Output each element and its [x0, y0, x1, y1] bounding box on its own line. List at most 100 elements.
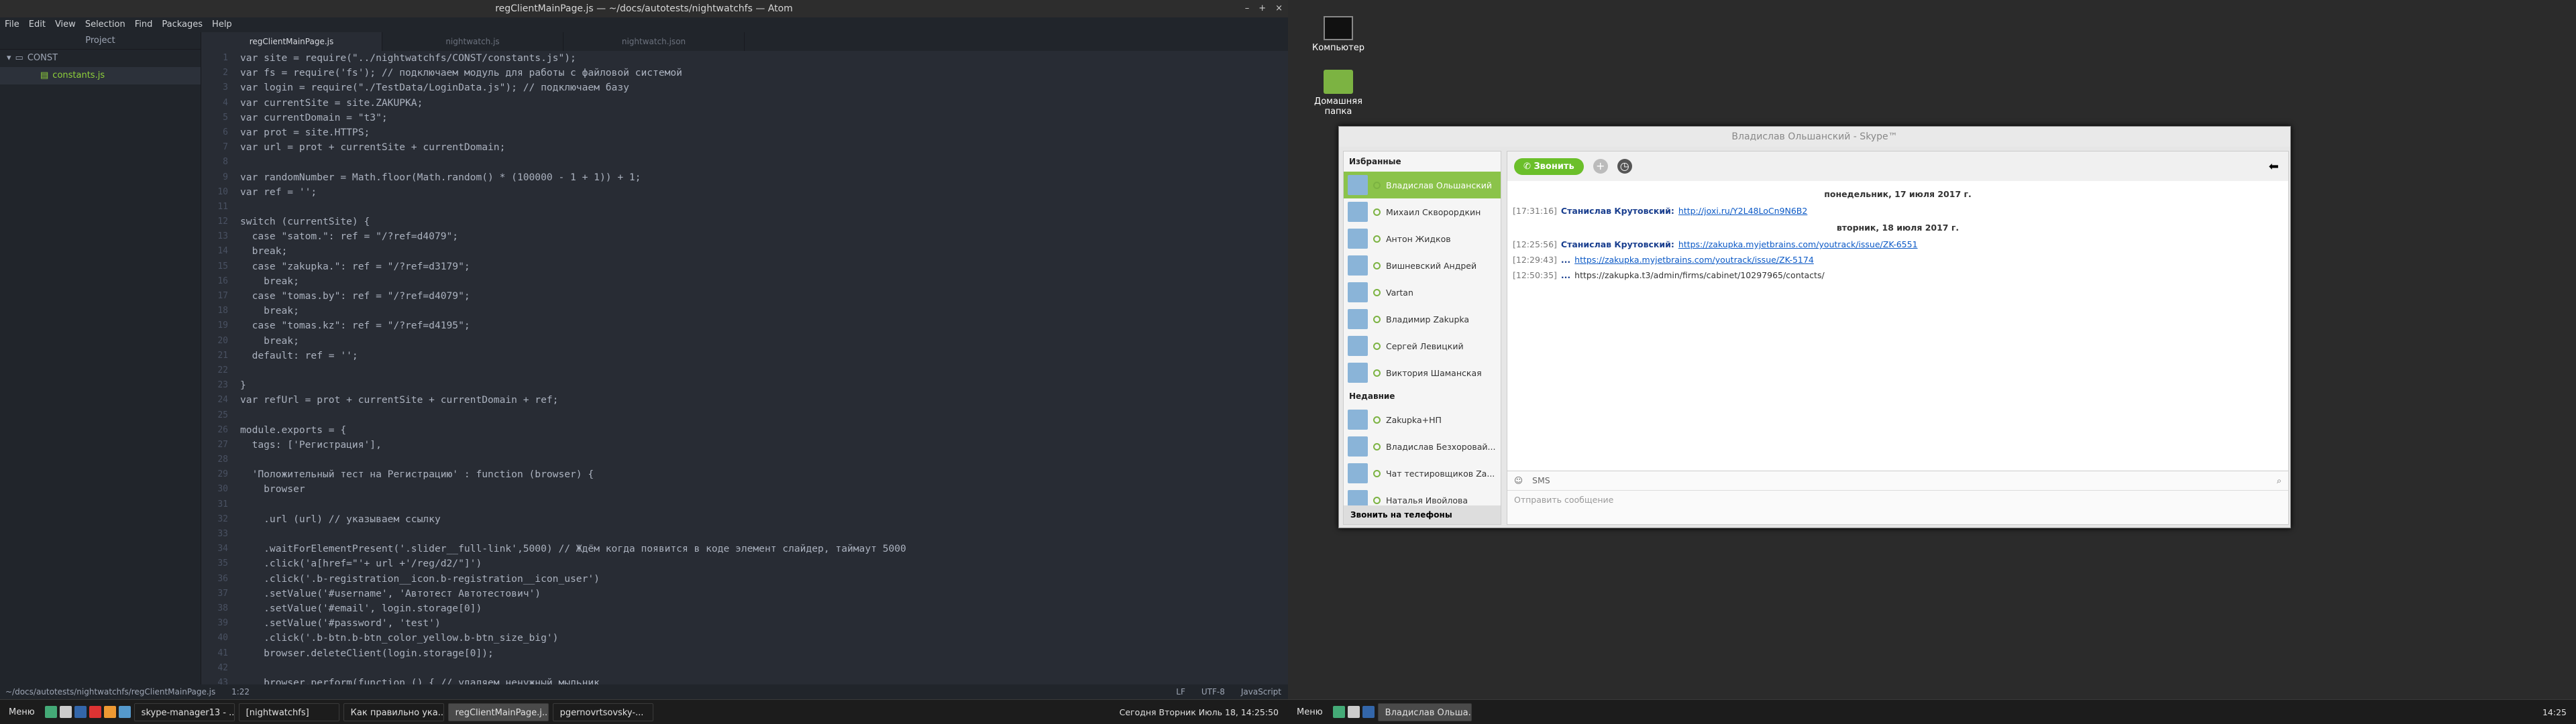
line-number: 29: [217, 469, 228, 480]
launcher-icon[interactable]: [74, 706, 87, 718]
line-number: 1: [223, 53, 228, 63]
task-atom[interactable]: regClientMainPage.j...: [447, 703, 549, 721]
contact-item[interactable]: Чат тестировщиков Za...: [1344, 460, 1501, 487]
editor-tabs: regClientMainPage.js nightwatch.js night…: [201, 32, 1288, 51]
code-area[interactable]: var site = require("../nightwatchfs/CONS…: [240, 51, 1287, 684]
contact-item[interactable]: Владислав Ольшанский: [1344, 172, 1501, 198]
search-icon[interactable]: ⌕: [2277, 475, 2282, 486]
minimize-button[interactable]: –: [1245, 0, 1250, 17]
home-desktop-icon[interactable]: Домашняя папка: [1301, 70, 1375, 117]
computer-desktop-icon[interactable]: Компьютер: [1301, 16, 1375, 53]
contact-item[interactable]: Вишневский Андрей: [1344, 252, 1501, 279]
status-encoding[interactable]: UTF-8: [1201, 684, 1225, 699]
message-author: Станислав Крутовский:: [1560, 239, 1674, 249]
menu-view[interactable]: View: [50, 17, 80, 32]
contact-item[interactable]: Виктория Шаманская: [1344, 359, 1501, 386]
message-input[interactable]: Отправить сообщение: [1507, 491, 2288, 509]
tab-nightwatch-js[interactable]: nightwatch.js: [382, 32, 564, 51]
launcher-icon[interactable]: [89, 706, 101, 718]
tree-folder-const[interactable]: ▾ ▭ CONST: [0, 50, 201, 67]
contact-name: Vartan: [1386, 287, 1413, 298]
clock[interactable]: Сегодня Вторник Июль 18, 14:25:50: [1120, 707, 1288, 717]
message-list: понедельник, 17 июля 2017 г. [17:31:16] Ст…: [1507, 181, 2288, 283]
contact-item[interactable]: Zakupka+НП: [1344, 406, 1501, 433]
line-number: 24: [217, 395, 228, 406]
history-icon[interactable]: ◷: [1617, 159, 1632, 174]
emoticon-icon[interactable]: ☺: [1514, 475, 1523, 486]
message-link[interactable]: https://zakupka.myjetbrains.com/youtrack…: [1574, 255, 1814, 265]
code-line: default: ref = '';: [240, 349, 358, 361]
menu-selection[interactable]: Selection: [80, 17, 130, 32]
status-icon: [1373, 469, 1381, 477]
call-button[interactable]: ✆ Звонить: [1514, 158, 1584, 175]
code-line: browser.perform(function () { // удаляем…: [240, 676, 600, 684]
launcher-icon[interactable]: [1347, 706, 1360, 718]
status-icon: [1373, 342, 1381, 350]
code-line: switch (currentSite) {: [240, 216, 370, 228]
code-line: break;: [240, 335, 299, 347]
contact-item[interactable]: Михаил Скворордкин: [1344, 198, 1501, 225]
start-menu-button[interactable]: Меню: [1290, 703, 1330, 721]
task-browser[interactable]: Как правильно ука...: [343, 703, 444, 721]
code-line: break;: [240, 305, 299, 317]
line-number: 8: [223, 157, 228, 168]
launcher-icon[interactable]: [59, 706, 72, 718]
task-skype-manager[interactable]: skype-manager13 - ...: [133, 703, 235, 721]
add-icon[interactable]: +: [1593, 159, 1608, 174]
call-phones-button[interactable]: Звонить на телефоны: [1344, 505, 1501, 524]
contact-name: Виктория Шаманская: [1386, 367, 1482, 378]
contact-item[interactable]: Антон Жидков: [1344, 225, 1501, 252]
tab-regclientmainpage[interactable]: regClientMainPage.js: [201, 32, 382, 51]
contact-item[interactable]: Vartan: [1344, 279, 1501, 306]
menu-find[interactable]: Find: [130, 17, 158, 32]
code-line: var currentDomain = "t3";: [240, 111, 388, 123]
status-eol[interactable]: LF: [1176, 684, 1185, 699]
launcher-icon[interactable]: [118, 706, 131, 718]
code-line: break;: [240, 245, 288, 257]
folder-icon: ▭: [15, 53, 23, 63]
contact-item[interactable]: Владислав Безхоровай...: [1344, 433, 1501, 460]
launcher-icon[interactable]: [1332, 706, 1345, 718]
avatar: [1348, 436, 1368, 457]
menu-edit[interactable]: Edit: [24, 17, 50, 32]
chat-message: [12:25:56] Станислав Крутовский: https://z…: [1507, 237, 2288, 252]
close-button[interactable]: ×: [1275, 0, 1283, 17]
message-author: ...: [1560, 270, 1571, 280]
tab-nightwatch-json[interactable]: nightwatch.json: [564, 32, 745, 51]
line-number: 14: [217, 246, 228, 257]
back-arrow-icon[interactable]: ⬅: [2269, 160, 2288, 174]
status-grammar[interactable]: JavaScript: [1241, 684, 1281, 699]
clock[interactable]: 14:25: [2542, 707, 2576, 717]
task-skype[interactable]: Владислав Ольша...: [1377, 703, 1472, 721]
contact-item[interactable]: Сергей Левицкий: [1344, 333, 1501, 359]
code-line: .setValue('#password', 'test'): [240, 617, 441, 629]
line-number: 43: [217, 677, 228, 684]
recent-header: Недавние: [1349, 391, 1395, 401]
chat-panel: ✆ Звонить + ◷ ⬅ понедельник, 17 июля 201…: [1507, 151, 2289, 525]
launcher-icon[interactable]: [103, 706, 116, 718]
launcher-icon[interactable]: [1362, 706, 1375, 718]
tree-file-constants[interactable]: ▤ constants.js: [0, 67, 201, 84]
message-link[interactable]: https://zakupka.myjetbrains.com/youtrack…: [1678, 239, 1918, 249]
start-menu-button[interactable]: Меню: [2, 703, 42, 721]
launcher-icon[interactable]: [44, 706, 57, 718]
contact-item[interactable]: Владимир Zakupka: [1344, 306, 1501, 333]
maximize-button[interactable]: +: [1258, 0, 1266, 17]
chat-message: [17:31:16] Станислав Крутовский: http://jo…: [1507, 203, 2288, 219]
avatar: [1348, 336, 1368, 356]
sms-toggle[interactable]: SMS: [1532, 475, 1550, 486]
task-other[interactable]: pgernovrtsovsky-...: [552, 703, 653, 721]
code-editor[interactable]: 1 2 3 4 5 6 7 8 9 10 11 12 13 14 15 16 17 18 19 20 21 22 23 24 2…: [201, 51, 1288, 684]
line-number: 34: [217, 544, 228, 554]
message-link[interactable]: http://joxi.ru/Y2L48LoCn9N6B2: [1678, 206, 1807, 216]
line-number: 15: [217, 261, 228, 272]
menu-help[interactable]: Help: [207, 17, 237, 32]
task-nightwatchfs[interactable]: [nightwatchfs]: [238, 703, 339, 721]
menu-file[interactable]: File: [0, 17, 24, 32]
menu-packages[interactable]: Packages: [157, 17, 207, 32]
